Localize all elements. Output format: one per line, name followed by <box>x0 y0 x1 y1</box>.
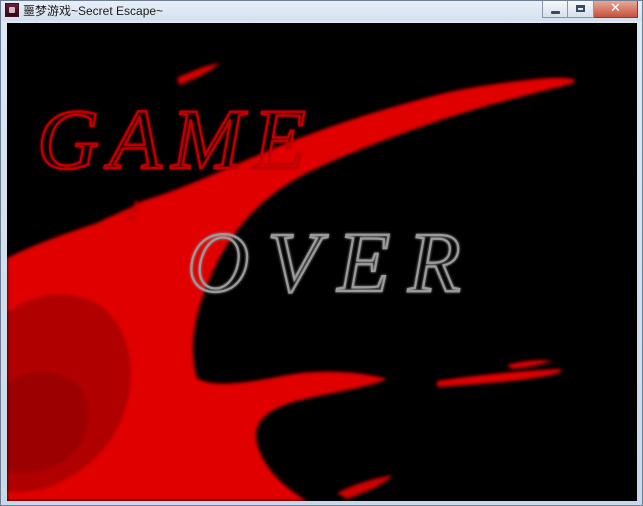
game-over-scene: GAME OVER <box>7 23 637 501</box>
maximize-icon <box>576 5 585 12</box>
game-screen[interactable]: GAME OVER <box>7 23 637 501</box>
title-bar[interactable]: 噩梦游戏~Secret Escape~ ✕ <box>1 1 642 21</box>
game-text: GAME <box>37 91 316 187</box>
close-icon: ✕ <box>610 1 621 16</box>
minimize-button[interactable] <box>542 1 568 18</box>
window-title: 噩梦游戏~Secret Escape~ <box>23 4 164 18</box>
app-window: 噩梦游戏~Secret Escape~ ✕ GAME OVER <box>0 0 643 506</box>
minimize-icon <box>551 11 560 14</box>
close-button[interactable]: ✕ <box>594 1 638 18</box>
game-app-icon[interactable] <box>5 3 19 17</box>
window-controls: ✕ <box>542 1 638 19</box>
maximize-button[interactable] <box>568 1 594 18</box>
over-text: OVER <box>187 214 479 310</box>
